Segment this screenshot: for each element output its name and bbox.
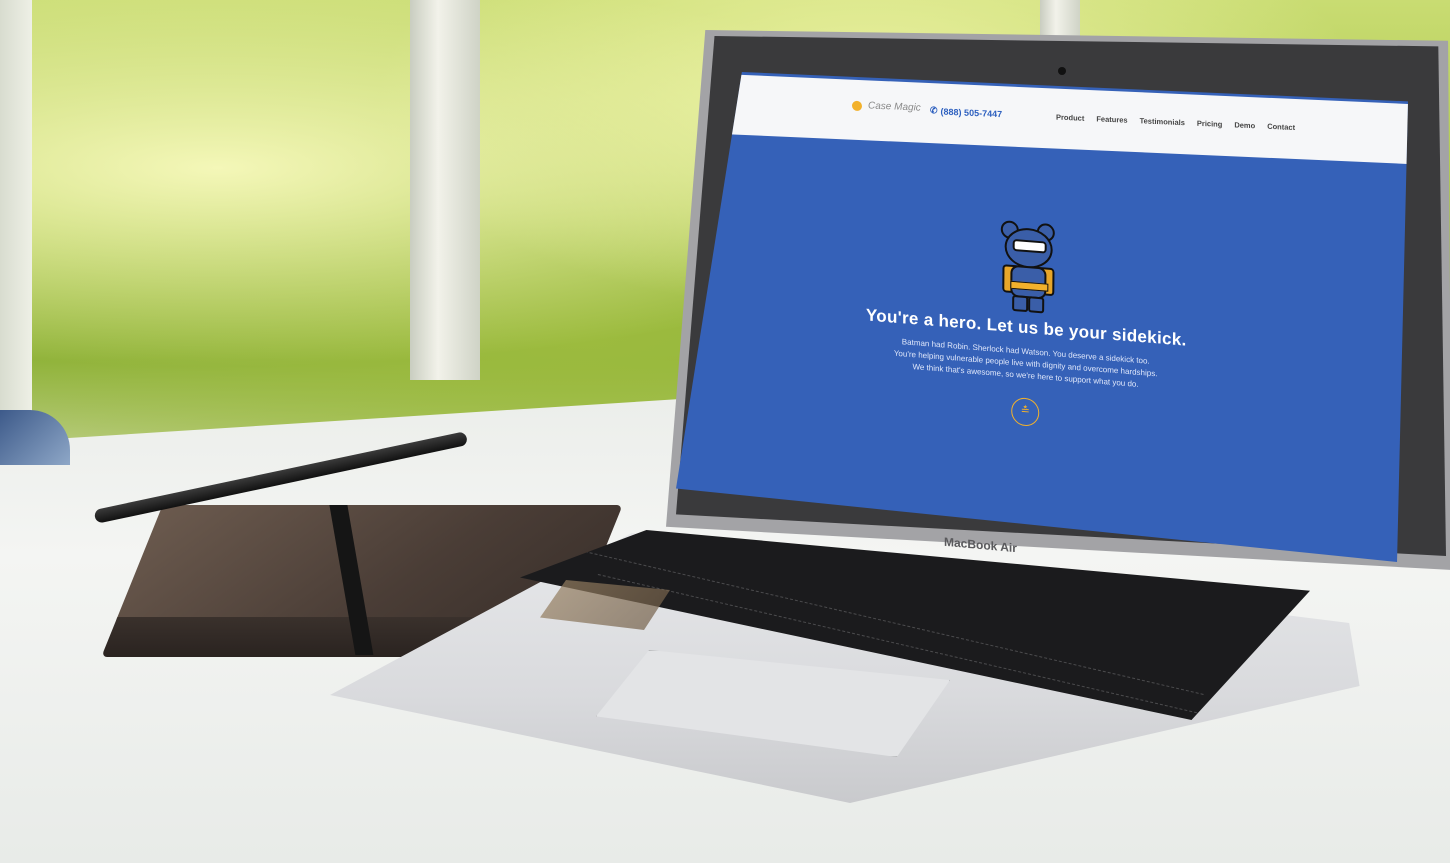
nav-demo[interactable]: Demo <box>1234 120 1255 130</box>
phone-icon: ✆ <box>930 105 938 116</box>
bear-mascot-icon <box>996 220 1057 315</box>
nav-product[interactable]: Product <box>1056 113 1084 123</box>
nav-pricing[interactable]: Pricing <box>1197 119 1222 129</box>
brand-name: Case Magic <box>868 100 921 114</box>
window-frame <box>0 0 32 480</box>
window-pillar <box>410 0 480 380</box>
scroll-down-button[interactable]: ≛ <box>1011 396 1040 428</box>
photo-scene: Case Magic ✆ (888) 505-7447 Product Feat… <box>0 0 1450 863</box>
chevron-double-down-icon: ≛ <box>1020 404 1030 418</box>
nav-features[interactable]: Features <box>1096 114 1127 124</box>
laptop-screen: Case Magic ✆ (888) 505-7447 Product Feat… <box>676 72 1408 562</box>
phone-number: (888) 505-7447 <box>940 106 1003 119</box>
phone-link[interactable]: ✆ (888) 505-7447 <box>930 105 1002 119</box>
logo-icon <box>852 100 862 111</box>
site-logo[interactable]: Case Magic <box>852 100 921 114</box>
site-nav: Product Features Testimonials Pricing De… <box>1056 113 1295 132</box>
camera-icon <box>1058 67 1066 75</box>
nav-contact[interactable]: Contact <box>1267 122 1295 132</box>
nav-testimonials[interactable]: Testimonials <box>1140 116 1185 127</box>
hero-section: You're a hero. Let us be your sidekick. … <box>865 209 1187 438</box>
